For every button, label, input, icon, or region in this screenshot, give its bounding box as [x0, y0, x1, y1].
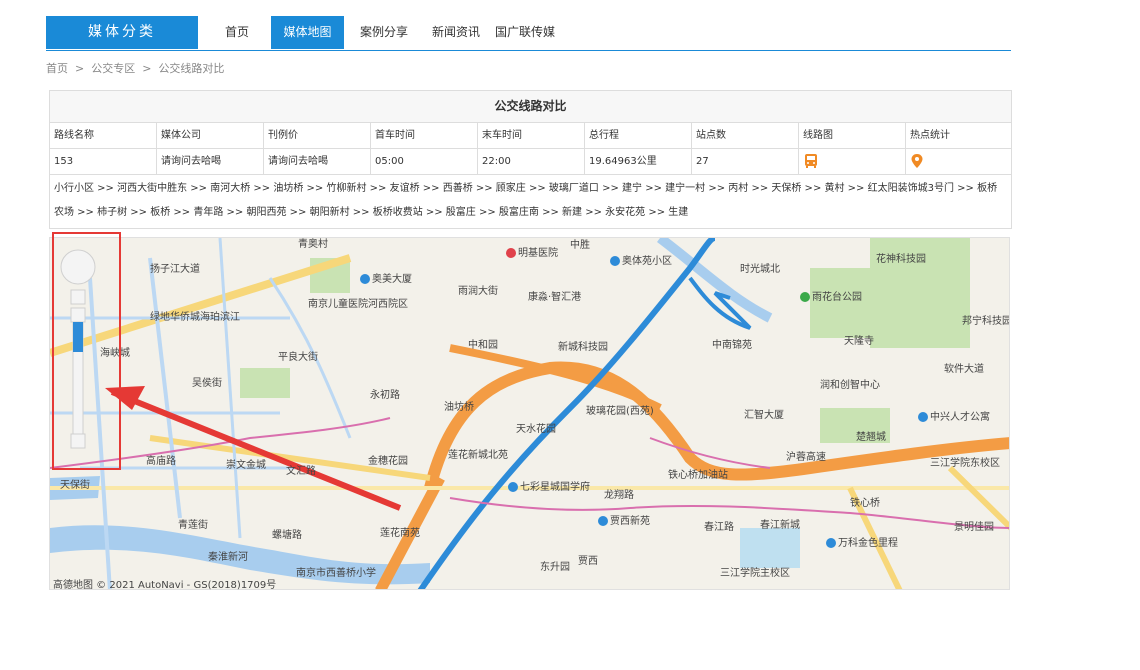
map-label: 吴侯街	[192, 378, 222, 389]
map-label: 中南锦苑	[712, 340, 752, 351]
map-label: 春江新城	[760, 520, 800, 531]
stop-count-cell: 27	[692, 149, 799, 174]
map-label: 邦宁科技园	[962, 316, 1010, 327]
map-label: 龙翔路	[604, 490, 634, 501]
breadcrumb-current: 公交线路对比	[158, 62, 225, 75]
header-cell: 总行程	[585, 123, 692, 148]
map-label: 七彩星城国学府	[508, 478, 590, 493]
breadcrumb-home[interactable]: 首页	[46, 62, 68, 75]
map-label: 铁心桥	[850, 498, 880, 509]
route-name-cell: 153	[50, 149, 157, 174]
map-label: 铁心桥加油站	[668, 470, 728, 481]
map-label: 金穗花园	[368, 456, 408, 467]
media-company-cell: 请询问去哈喝	[157, 149, 264, 174]
route-stops: 小行小区 >> 河西大街中胜东 >> 南河大桥 >> 油坊桥 >> 竹柳新村 >…	[54, 183, 998, 218]
map-label: 花神科技园	[876, 254, 926, 265]
bus-icon[interactable]	[803, 153, 819, 169]
map-label: 春江路	[704, 522, 734, 533]
price-cell: 请询问去哈喝	[264, 149, 371, 174]
total-distance-cell: 19.64963公里	[585, 149, 692, 174]
header-cell: 刊例价	[264, 123, 371, 148]
map-label: 雨花台公园	[800, 288, 862, 303]
map-label: 油坊桥	[444, 402, 474, 413]
map-label: 玻璃花园(西苑)	[586, 406, 654, 417]
map-label: 莲花南苑	[380, 528, 420, 539]
header-cell: 路线名称	[50, 123, 157, 148]
hotspot-cell	[906, 149, 1011, 174]
map-label: 万科金色里程	[826, 534, 898, 549]
map-label: 南京市西善桥小学	[296, 568, 376, 579]
location-pin-icon[interactable]	[910, 153, 924, 169]
media-category-button[interactable]: 媒体分类	[46, 16, 198, 49]
map-label: 明基医院	[506, 244, 558, 259]
map-label: 中和园	[468, 340, 498, 351]
map-label: 青莲街	[178, 520, 208, 531]
map-label: 新城科技园	[558, 342, 608, 353]
map-label: 绿地华侨城海珀滨江	[150, 312, 240, 323]
breadcrumb-bus-zone[interactable]: 公交专区	[91, 62, 135, 75]
map-label: 奥体苑小区	[610, 252, 672, 267]
map-label: 永初路	[370, 390, 400, 401]
map-label: 莲花新城北苑	[448, 450, 508, 461]
map-label: 康淼·智汇港	[528, 292, 582, 303]
map-label: 天保街	[60, 480, 90, 491]
map-label: 时光城北	[740, 264, 780, 275]
nav-guoguanglian[interactable]: 国广联传媒	[492, 16, 558, 49]
map-label: 平良大街	[278, 352, 318, 363]
map-label: 螺塘路	[272, 530, 302, 541]
map-label: 扬子江大道	[150, 264, 200, 275]
map-label: 贾西	[578, 556, 598, 567]
header-cell: 热点统计	[910, 130, 950, 141]
map-label: 景明佳园	[954, 522, 994, 533]
map-label: 崇文金城	[226, 460, 266, 471]
table-header-row: 路线名称 媒体公司 刊例价 首车时间 末车时间 总行程 站点数 线路图 热点统计	[50, 123, 1011, 149]
header-cell: 站点数	[692, 123, 799, 148]
nav-media-map[interactable]: 媒体地图	[271, 16, 344, 49]
map-label: 奥美大厦	[360, 270, 412, 285]
map-label: 天水花园	[516, 424, 556, 435]
map-label: 天隆寺	[844, 336, 874, 347]
table-title: 公交线路对比	[50, 91, 1011, 123]
nav-news[interactable]: 新闻资讯	[424, 16, 488, 49]
nav-home[interactable]: 首页	[218, 16, 256, 49]
map-label: 贾西新苑	[598, 512, 650, 527]
map-label: 汇智大厦	[744, 410, 784, 421]
map-label: 中兴人才公寓	[918, 408, 990, 423]
map-label: 中胜	[570, 240, 590, 251]
map-label: 雨润大街	[458, 286, 498, 297]
nav-case-share[interactable]: 案例分享	[352, 16, 416, 49]
map-label: 文汇路	[286, 466, 316, 477]
map-label: 软件大道	[944, 364, 984, 375]
route-compare-table: 公交线路对比 路线名称 媒体公司 刊例价 首车时间 末车时间 总行程 站点数 线…	[49, 90, 1012, 229]
map-label: 青奥村	[298, 239, 328, 250]
map-label: 润和创智中心	[820, 380, 880, 391]
map-label: 楚翘城	[856, 432, 886, 443]
map-label: 南京儿童医院河西院区	[308, 299, 408, 310]
map-copyright: 高德地图 © 2021 AutoNavi - GS(2018)1709号	[53, 580, 277, 591]
map-label: 三江学院主校区	[720, 568, 790, 579]
route-map-cell	[799, 149, 906, 174]
map-label: 东升园	[540, 562, 570, 573]
top-nav: 媒体分类 首页 媒体地图 案例分享 新闻资讯 国广联传媒	[46, 16, 1011, 51]
header-cell: 首车时间	[371, 123, 478, 148]
breadcrumb: 首页 > 公交专区 > 公交线路对比	[46, 62, 225, 75]
header-cell: 线路图	[799, 123, 906, 148]
map-label: 高庙路	[146, 456, 176, 467]
map-label: 沪蓉高速	[786, 452, 826, 463]
table-row: 153 请询问去哈喝 请询问去哈喝 05:00 22:00 19.64963公里…	[50, 149, 1011, 175]
map-label: 秦淮新河	[208, 552, 248, 563]
map-view[interactable]: 青奥村 明基医院 中胜 奥体苑小区 时光城北 花神科技园 扬子江大道 奥美大厦 …	[49, 237, 1010, 590]
header-cell: 末车时间	[478, 123, 585, 148]
zoom-control-highlight[interactable]	[52, 232, 121, 470]
first-bus-cell: 05:00	[371, 149, 478, 174]
header-cell: 媒体公司	[157, 123, 264, 148]
last-bus-cell: 22:00	[478, 149, 585, 174]
map-label: 三江学院东校区	[930, 458, 1000, 469]
